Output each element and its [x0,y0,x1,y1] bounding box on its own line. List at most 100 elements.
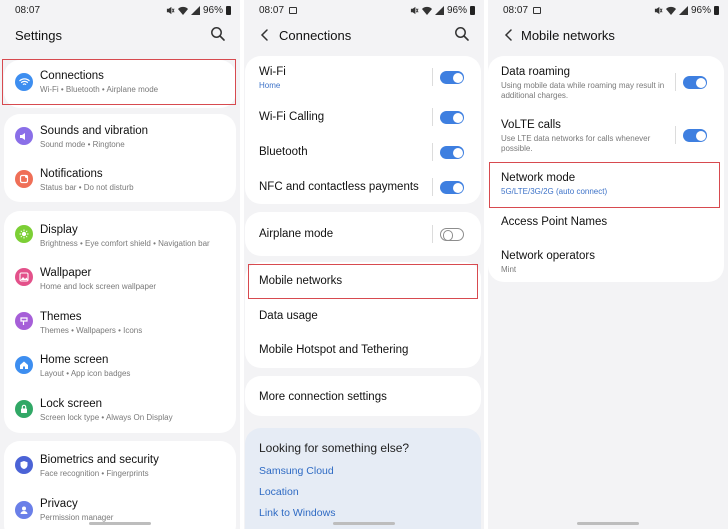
item-subtitle: Layout • App icon badges [40,369,131,378]
item-subtitle: Brightness • Eye comfort shield • Naviga… [40,239,210,248]
status-time: 08:07 [259,5,298,16]
highlight-network-mode [489,162,720,208]
mobile-networks-panel: 08:07 96% Mobile networks Data roaming U… [488,0,728,529]
item-subtitle: Using mobile data while roaming may resu… [501,81,665,100]
item-label: Mobile Hotspot and Tethering [259,344,409,356]
settings-item-wallpaper[interactable]: Wallpaper Home and lock screen wallpaper [4,255,236,299]
battery-icon [226,6,231,15]
status-bar: 08:07 96% [0,0,240,22]
bell-icon [15,170,33,188]
item-more-connection-settings[interactable]: More connection settings [245,376,481,416]
battery-icon [714,6,719,15]
back-arrow-icon[interactable] [258,27,272,43]
item-volte-calls[interactable]: VoLTE calls Use LTE data networks for ca… [488,108,724,160]
time-text: 08:07 [503,5,529,16]
back-arrow-icon[interactable] [502,27,516,43]
suggestions-card: Looking for something else? Samsung Clou… [245,428,481,529]
item-label: Data usage [259,310,318,322]
item-subtitle: Use LTE data networks for calls whenever… [501,134,651,153]
connections-panel: 08:07 96% Connections Wi-Fi Home Wi-Fi C… [244,0,484,529]
page-title: Settings [15,28,62,43]
item-subtitle: Sound mode • Ringtone [40,140,125,149]
nav-handle[interactable] [89,522,151,525]
settings-panel: 08:07 96% Settings Connections Wi-Fi • B… [0,0,240,529]
wifi-status-icon [665,6,676,15]
item-airplane-mode[interactable]: Airplane mode [245,212,481,256]
wifi-status-icon [421,6,432,15]
item-data-roaming[interactable]: Data roaming Using mobile data while roa… [488,56,724,108]
link-location[interactable]: Location [259,486,299,498]
item-label: Wallpaper [40,267,92,279]
item-label: More connection settings [259,391,387,403]
item-access-point-names[interactable]: Access Point Names [488,208,724,242]
item-network-operators[interactable]: Network operators Mint [488,242,724,282]
item-wifi[interactable]: Wi-Fi Home [245,56,481,100]
nav-handle[interactable] [577,522,639,525]
item-label: VoLTE calls [501,119,561,131]
item-nfc[interactable]: NFC and contactless payments [245,170,481,204]
item-label: Sounds and vibration [40,125,149,137]
battery-percent: 96% [202,5,223,16]
search-icon[interactable] [454,26,470,42]
battery-percent: 96% [690,5,711,16]
image-icon [15,268,33,286]
divider [675,73,676,91]
status-time: 08:07 [15,5,41,16]
security-group-card: Biometrics and security Face recognition… [4,441,236,529]
wifi-toggle[interactable] [440,71,464,84]
item-label: Display [40,224,78,236]
speaker-icon [15,127,33,145]
item-label: Home screen [40,354,109,366]
brush-icon [15,312,33,330]
wifi-calling-toggle[interactable] [440,111,464,124]
settings-item-biometrics[interactable]: Biometrics and security Face recognition… [4,441,236,487]
divider [432,225,433,243]
battery-icon [470,6,475,15]
item-data-usage[interactable]: Data usage [245,300,481,334]
settings-item-sounds[interactable]: Sounds and vibration Sound mode • Ringto… [4,114,236,158]
signal-icon [190,6,200,15]
divider [675,126,676,144]
sounds-notifications-card: Sounds and vibration Sound mode • Ringto… [4,114,236,202]
nav-handle[interactable] [333,522,395,525]
bluetooth-toggle[interactable] [440,146,464,159]
settings-item-home-screen[interactable]: Home screen Layout • App icon badges [4,343,236,387]
link-samsung-cloud[interactable]: Samsung Cloud [259,465,334,477]
more-settings-card: More connection settings [245,376,481,416]
settings-item-notifications[interactable]: Notifications Status bar • Do not distur… [4,158,236,202]
nfc-toggle[interactable] [440,181,464,194]
toggles-card: Wi-Fi Home Wi-Fi Calling Bluetooth NFC a… [245,56,481,204]
item-bluetooth[interactable]: Bluetooth [245,135,481,170]
item-subtitle: Permission manager [40,513,114,522]
item-subtitle: Face recognition • Fingerprints [40,469,149,478]
volte-toggle[interactable] [683,129,707,142]
page-header: Connections [244,22,484,48]
status-bar: 08:07 96% [244,0,484,22]
item-wifi-calling[interactable]: Wi-Fi Calling [245,100,481,135]
item-label: Network operators [501,250,595,262]
lock-icon [15,400,33,418]
search-icon[interactable] [210,26,226,42]
mute-icon [654,6,663,15]
settings-item-display[interactable]: Display Brightness • Eye comfort shield … [4,211,236,255]
link-link-to-windows[interactable]: Link to Windows [259,507,335,519]
settings-item-themes[interactable]: Themes Themes • Wallpapers • Icons [4,299,236,343]
divider [432,68,433,86]
suggestions-title: Looking for something else? [259,441,410,455]
data-roaming-toggle[interactable] [683,76,707,89]
mute-icon [166,6,175,15]
item-hotspot[interactable]: Mobile Hotspot and Tethering [245,334,481,368]
status-bar: 08:07 96% [488,0,728,22]
highlight-connections [2,59,236,105]
settings-item-lock-screen[interactable]: Lock screen Screen lock type • Always On… [4,387,236,433]
page-title: Connections [279,28,352,43]
home-icon [15,356,33,374]
item-label: NFC and contactless payments [259,181,419,193]
item-subtitle: Themes • Wallpapers • Icons [40,326,143,335]
airplane-toggle[interactable] [440,228,464,241]
item-label: Data roaming [501,66,571,78]
item-subtitle: Home and lock screen wallpaper [40,282,157,291]
divider [432,143,433,161]
page-header: Mobile networks [488,22,728,48]
item-label: Airplane mode [259,228,334,240]
